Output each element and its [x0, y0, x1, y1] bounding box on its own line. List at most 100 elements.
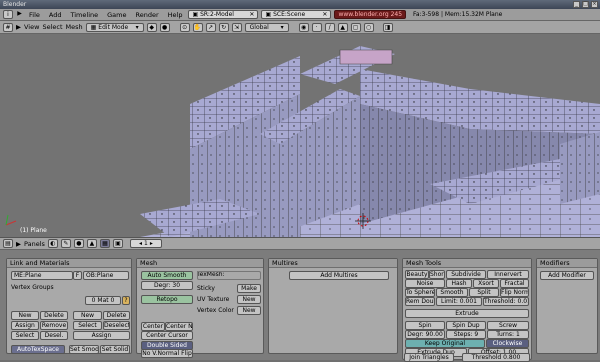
- menu-timeline[interactable]: Timeline: [67, 11, 101, 19]
- material-deselect-button[interactable]: Deselect: [103, 321, 130, 330]
- noise-button[interactable]: Noise: [405, 279, 445, 288]
- material-help-button[interactable]: ?: [122, 296, 130, 305]
- menu-mesh[interactable]: Mesh: [66, 23, 83, 31]
- scene-context-icon[interactable]: ▣: [112, 239, 123, 248]
- material-select-button[interactable]: Select: [73, 321, 102, 330]
- pivot-icon[interactable]: ⊙: [179, 22, 190, 32]
- beauty-toggle[interactable]: Beauty: [405, 270, 429, 279]
- scene-delete-icon[interactable]: ✕: [322, 11, 327, 18]
- spin-dup-button[interactable]: Spin Dup: [446, 321, 486, 330]
- scene-selector[interactable]: ▣ SCE:Scene ✕: [261, 10, 332, 19]
- vgroup-delete-button[interactable]: Delete: [40, 311, 68, 320]
- panel-header[interactable]: Mesh: [137, 259, 263, 268]
- xsort-button[interactable]: Xsort: [473, 279, 499, 288]
- frame-left-arrow-icon[interactable]: ◂: [139, 240, 142, 247]
- collapse-arrow-icon[interactable]: ▶: [16, 10, 23, 19]
- uv-texture-new-button[interactable]: New: [237, 295, 261, 304]
- mesh-name-field[interactable]: ME:Plane: [11, 271, 73, 280]
- turns-field[interactable]: Turns: 1: [487, 330, 529, 339]
- collapse-arrow-icon[interactable]: ▶: [16, 240, 21, 248]
- center-new-button[interactable]: Center New: [165, 322, 193, 331]
- autotexspace-toggle[interactable]: AutoTexSpace: [11, 345, 65, 354]
- occlude-icon[interactable]: ▢: [350, 22, 361, 32]
- center-cursor-button[interactable]: Center Cursor: [141, 331, 193, 340]
- vertex-color-new-button[interactable]: New: [237, 306, 261, 315]
- maximize-icon[interactable]: □: [582, 1, 589, 8]
- close-icon[interactable]: ×: [591, 1, 598, 8]
- subdivide-button[interactable]: Subdivide: [446, 270, 486, 279]
- editor-type-buttons-icon[interactable]: ▤: [3, 239, 13, 248]
- vgroup-assign-button[interactable]: Assign: [11, 321, 39, 330]
- retopo-toggle[interactable]: Retopo: [141, 295, 193, 304]
- orientation-dropdown[interactable]: Global ▾: [244, 22, 289, 32]
- vgroup-select-button[interactable]: Select: [11, 331, 39, 340]
- material-delete-button[interactable]: Delete: [103, 311, 130, 320]
- layer-visible-icon[interactable]: ◉: [298, 22, 309, 32]
- blender-url[interactable]: www.blender.org 245: [334, 10, 407, 19]
- editor-type-3dview-icon[interactable]: #: [3, 22, 13, 32]
- limit-field[interactable]: Limit: 0.001: [436, 297, 482, 306]
- menu-file[interactable]: File: [26, 11, 43, 19]
- add-modifier-button[interactable]: Add Modifier: [540, 271, 594, 280]
- shading-context-icon[interactable]: ●: [73, 239, 84, 248]
- add-multires-button[interactable]: Add Multires: [289, 271, 389, 280]
- auto-smooth-toggle[interactable]: Auto Smooth: [141, 271, 193, 280]
- short-toggle[interactable]: Short: [429, 270, 445, 279]
- join-triangles-button[interactable]: Join Triangles: [404, 353, 454, 362]
- render-view-icon[interactable]: ◨: [382, 22, 393, 32]
- translate-icon[interactable]: ↗: [205, 22, 216, 32]
- spin-degree-field[interactable]: Degr: 90.00: [405, 330, 445, 339]
- panel-header[interactable]: Link and Materials: [7, 259, 131, 268]
- texmesh-field[interactable]: [197, 271, 261, 280]
- vertex-select-icon[interactable]: ·: [311, 22, 322, 32]
- screw-button[interactable]: Screw: [487, 321, 529, 330]
- keep-original-toggle[interactable]: Keep Original: [405, 339, 485, 348]
- minimize-icon[interactable]: _: [573, 1, 580, 8]
- screen-selector[interactable]: ▣ SR:2-Model ✕: [188, 10, 259, 19]
- smooth-degree-field[interactable]: Degr: 30: [141, 281, 193, 290]
- manipulator-icon[interactable]: ✋: [192, 22, 203, 32]
- vgroup-new-button[interactable]: New: [11, 311, 39, 320]
- spin-button[interactable]: Spin: [405, 321, 445, 330]
- face-select-icon[interactable]: ▲: [337, 22, 348, 32]
- center-button[interactable]: Center: [141, 322, 165, 331]
- proportional-icon[interactable]: ○: [363, 22, 374, 32]
- set-solid-button[interactable]: Set Solid: [100, 345, 130, 354]
- script-context-icon[interactable]: ✎: [60, 239, 71, 248]
- collapse-arrow-icon[interactable]: ▶: [16, 23, 21, 31]
- hash-button[interactable]: Hash: [446, 279, 472, 288]
- material-new-button[interactable]: New: [73, 311, 102, 320]
- rem-doubles-button[interactable]: Rem Doubl: [405, 297, 435, 306]
- edge-select-icon[interactable]: /: [324, 22, 335, 32]
- to-sphere-button[interactable]: To Sphere: [405, 288, 435, 297]
- vgroup-remove-button[interactable]: Remove: [40, 321, 68, 330]
- clockwise-toggle[interactable]: Clockwise: [486, 339, 529, 348]
- logic-context-icon[interactable]: ◐: [47, 239, 58, 248]
- no-vnormal-flip-toggle[interactable]: No V.Normal Flip: [141, 349, 193, 358]
- shading-icon[interactable]: ●: [159, 22, 170, 32]
- threshold-field[interactable]: Threshold: 0.018: [483, 297, 529, 306]
- frame-right-arrow-icon[interactable]: ▸: [150, 240, 153, 247]
- object-context-icon[interactable]: ▲: [86, 239, 97, 248]
- draw-type-icon[interactable]: ◆: [146, 22, 157, 32]
- fractal-button[interactable]: Fractal: [500, 279, 529, 288]
- editor-type-info-icon[interactable]: i: [3, 10, 13, 19]
- steps-field[interactable]: Steps: 9: [446, 330, 486, 339]
- sticky-make-button[interactable]: Make: [237, 284, 261, 293]
- innervert-button[interactable]: Innervert: [487, 270, 529, 279]
- material-index-field[interactable]: 0 Mat 0: [85, 296, 121, 305]
- menu-add[interactable]: Add: [46, 11, 65, 19]
- smooth-button[interactable]: Smooth: [436, 288, 468, 297]
- fake-user-toggle[interactable]: F: [73, 271, 82, 280]
- extrude-button[interactable]: Extrude: [405, 309, 529, 318]
- object-name-field[interactable]: OB:Plane: [83, 271, 129, 280]
- 3d-viewport[interactable]: (1) Plane: [0, 34, 600, 237]
- mode-dropdown[interactable]: ▦ Edit Mode ▾: [85, 22, 144, 32]
- split-button[interactable]: Split: [469, 288, 499, 297]
- vgroup-desel-button[interactable]: Desel.: [40, 331, 68, 340]
- scale-icon[interactable]: ⇲: [231, 22, 242, 32]
- menu-game[interactable]: Game: [104, 11, 129, 19]
- menu-render[interactable]: Render: [132, 11, 161, 19]
- panel-header[interactable]: Modifiers: [537, 259, 597, 268]
- join-threshold-field[interactable]: Threshold 0.800: [462, 353, 530, 362]
